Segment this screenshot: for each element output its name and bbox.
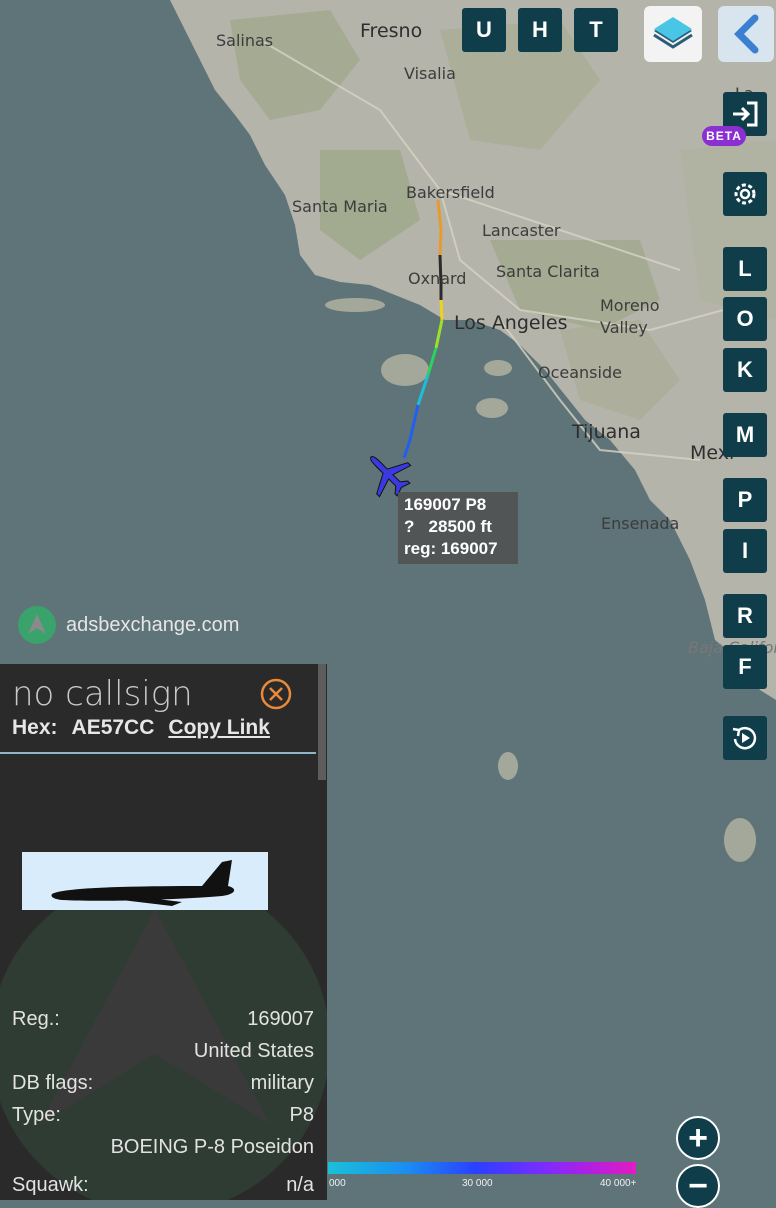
aircraft-label-line2: ? 28500 ft	[404, 517, 492, 536]
info-key: Reg.:	[12, 1008, 60, 1030]
zoom-out-button[interactable]: −	[676, 1164, 720, 1208]
beta-badge: BETA	[702, 126, 746, 146]
info-row-country: United States	[12, 1040, 314, 1063]
toolbar-button-o[interactable]: O	[723, 297, 767, 341]
hex-row: Hex: AE57CC Copy Link	[12, 716, 270, 740]
aircraft-info-panel: no callsign Hex: AE57CC Copy Link Reg.: 16…	[0, 664, 327, 1200]
city-label: Oceanside	[538, 363, 622, 382]
info-value: 169007	[247, 1008, 314, 1030]
toolbar-button-k[interactable]: K	[723, 348, 767, 392]
city-label: Oxnard	[408, 269, 467, 288]
toolbar-button-m[interactable]: M	[723, 413, 767, 457]
legend-tick: 000	[329, 1178, 346, 1189]
toolbar-button-f[interactable]: F	[723, 645, 767, 689]
info-row-type-desc: BOEING P-8 Poseidon	[12, 1136, 314, 1159]
info-value: n/a	[286, 1174, 314, 1196]
info-key: Squawk:	[12, 1174, 89, 1196]
gear-icon	[734, 183, 756, 205]
back-button[interactable]	[718, 6, 774, 62]
legend-tick: 40 000+	[600, 1178, 637, 1189]
city-label: Tijuana	[572, 421, 641, 443]
city-label: Lancaster	[482, 221, 561, 240]
login-icon	[733, 101, 758, 127]
legend-tick: 30 000	[462, 1178, 493, 1189]
copy-link[interactable]: Copy Link	[168, 716, 270, 739]
toolbar-button-r[interactable]: R	[723, 594, 767, 638]
close-icon[interactable]	[260, 678, 292, 710]
info-row-type: Type: P8	[12, 1104, 314, 1127]
toolbar-button-u[interactable]: U	[462, 8, 506, 52]
replay-icon	[732, 726, 757, 750]
toolbar-button-i[interactable]: I	[723, 529, 767, 573]
city-label: Salinas	[216, 31, 274, 50]
info-key: Type:	[12, 1104, 61, 1126]
panel-scrollbar[interactable]	[318, 664, 326, 780]
toolbar-button-p[interactable]: P	[723, 478, 767, 522]
info-value: military	[250, 1072, 314, 1094]
aircraft-label-line1: 169007 P8	[404, 495, 487, 514]
info-value: United States	[193, 1040, 314, 1062]
replay-button[interactable]	[723, 716, 767, 760]
settings-button[interactable]	[723, 172, 767, 216]
toolbar-button-l[interactable]: L	[723, 247, 767, 291]
info-row-reg: Reg.: 169007	[12, 1008, 314, 1031]
city-label: Fresno	[360, 20, 423, 42]
toolbar-button-h[interactable]: H	[518, 8, 562, 52]
city-label: Visalia	[404, 64, 456, 83]
layers-button[interactable]	[644, 6, 702, 62]
layers-icon	[653, 17, 693, 49]
city-label: Ensenada	[601, 514, 680, 533]
info-value: P8	[289, 1104, 314, 1126]
city-label: Los Angeles	[454, 312, 568, 334]
watermark: adsbexchange.com	[18, 606, 239, 644]
watermark-text: adsbexchange.com	[66, 613, 240, 636]
aircraft-label[interactable]: 169007 P8 ? 28500 ft reg: 169007	[398, 492, 518, 564]
callsign-title: no callsign	[12, 674, 193, 714]
info-value: BOEING P-8 Poseidon	[110, 1136, 314, 1158]
info-row-squawk: Squawk: n/a	[12, 1174, 314, 1197]
aircraft-silhouette-icon	[51, 860, 235, 906]
city-label: Valley	[600, 318, 648, 337]
city-label: Moreno	[600, 296, 660, 315]
city-label: Bakersfield	[406, 183, 495, 202]
panel-divider	[0, 752, 316, 754]
hex-value: AE57CC	[71, 716, 155, 739]
toolbar-button-t[interactable]: T	[574, 8, 618, 52]
chevron-left-icon	[734, 14, 759, 54]
adsbexchange-logo-icon	[18, 606, 56, 644]
zoom-in-button[interactable]: +	[676, 1116, 720, 1160]
aircraft-label-line3: reg: 169007	[404, 539, 498, 558]
altitude-legend-bar	[328, 1162, 636, 1174]
hex-label: Hex:	[12, 716, 58, 739]
info-row-db-flags: DB flags: military	[12, 1072, 314, 1095]
city-label: Santa Clarita	[496, 262, 600, 281]
city-label: Santa Maria	[292, 197, 388, 216]
info-key: DB flags:	[12, 1072, 94, 1094]
aircraft-photo[interactable]	[22, 852, 268, 910]
